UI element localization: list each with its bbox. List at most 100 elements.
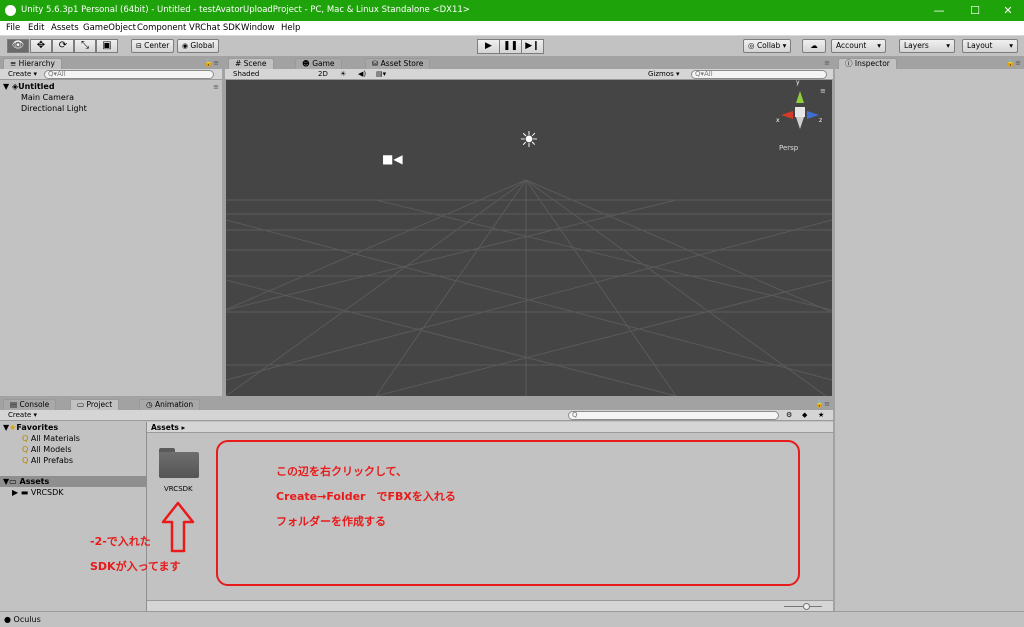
folder-thumbnail-icon[interactable]: [159, 448, 199, 478]
project-toolbar: Create ▾ Q ⚙ ◆ ★: [0, 410, 833, 421]
tab-hierarchy[interactable]: ≡ Hierarchy: [3, 58, 62, 69]
layers-dropdown[interactable]: Layers ▾: [899, 39, 955, 53]
menu-bar: File Edit Assets GameObject Component VR…: [0, 21, 1024, 36]
pivot-global-button[interactable]: ◉ Global: [177, 39, 220, 53]
cloud-icon: ☁: [810, 41, 818, 50]
panel-menu-icon[interactable]: 🔒≡: [1006, 59, 1021, 67]
menu-file[interactable]: File: [6, 23, 20, 33]
breadcrumb[interactable]: Assets ▸: [151, 423, 185, 432]
tab-inspector[interactable]: ⓘ Inspector: [838, 58, 897, 69]
layout-label: Layout: [967, 41, 993, 50]
orientation-gizmo[interactable]: y x z: [775, 80, 825, 137]
tab-game[interactable]: ☻ Game: [295, 58, 342, 69]
persp-label[interactable]: Persp: [779, 144, 798, 152]
zoom-slider-thumb[interactable]: [803, 603, 810, 610]
cloud-button[interactable]: ☁: [802, 39, 826, 53]
panel-menu-icon[interactable]: 🔒≡: [204, 59, 219, 67]
favorite-item[interactable]: Q All Materials: [22, 434, 80, 443]
directional-light-icon[interactable]: ☀: [516, 128, 542, 154]
favorites-item[interactable]: ▼★Favorites: [3, 423, 58, 432]
project-search-input[interactable]: Q: [568, 411, 779, 420]
menu-window[interactable]: Window: [241, 23, 275, 33]
folder-name-label[interactable]: VRCSDK: [164, 485, 193, 493]
collab-button[interactable]: ◎ Collab ▾: [743, 39, 792, 53]
assets-tree-label-wrap: ▼▭ Assets: [3, 477, 49, 486]
menu-component[interactable]: Component: [137, 23, 186, 33]
close-button[interactable]: ✕: [991, 0, 1024, 21]
layout-dropdown[interactable]: Layout ▾: [962, 39, 1018, 53]
list-icon: ≡: [10, 59, 19, 68]
hierarchy-search-input[interactable]: Q▾All: [44, 70, 214, 79]
menu-gameobject[interactable]: GameObject: [83, 23, 136, 33]
info-icon: ⓘ: [845, 59, 855, 68]
panel-menu-icon[interactable]: 🔒≡: [815, 400, 830, 408]
account-dropdown[interactable]: Account ▾: [831, 39, 886, 53]
scene-viewport[interactable]: ☀ ■◀ y x z Persp ≡: [226, 80, 832, 396]
audio-toggle-icon[interactable]: ◀): [358, 70, 366, 79]
filter-type-icon[interactable]: ⚙: [786, 411, 792, 420]
account-label: Account: [836, 41, 867, 50]
pivot-center-button[interactable]: ⊟ Center: [131, 39, 175, 53]
project-create-dropdown[interactable]: Create ▾: [8, 411, 37, 420]
maximize-button[interactable]: ☐: [958, 0, 992, 21]
menu-help[interactable]: Help: [281, 23, 300, 33]
filter-label-icon[interactable]: ◆: [802, 411, 807, 420]
lighting-toggle-icon[interactable]: ☀: [340, 70, 346, 79]
annotation-note: SDKが入ってます: [90, 560, 181, 573]
tab-animation-label: Animation: [154, 400, 194, 409]
panel-menu-icon[interactable]: ≡: [824, 59, 830, 67]
assets-tree-item[interactable]: ▼▭ Assets: [0, 476, 147, 487]
axis-x-label: x: [776, 117, 780, 124]
play-button[interactable]: ▶: [477, 39, 500, 54]
hierarchy-create-dropdown[interactable]: Create ▾: [8, 70, 37, 79]
axis-y-label: y: [796, 80, 800, 86]
search-icon: Q: [22, 456, 31, 465]
tab-console-label: Console: [19, 400, 50, 409]
menu-vrchat-sdk[interactable]: VRChat SDK: [189, 23, 240, 33]
tree-folder-item[interactable]: ▶ ▬ VRCSDK: [12, 488, 64, 497]
scene-tabstrip: # Scene ☻ Game ⛁ Asset Store ≡: [225, 57, 833, 69]
folder-icon: ▭: [9, 477, 20, 486]
favorite-item[interactable]: Q All Models: [22, 445, 72, 454]
hierarchy-item[interactable]: Main Camera: [21, 93, 74, 102]
hierarchy-tabstrip: ≡ Hierarchy 🔒≡: [0, 57, 222, 69]
shading-dropdown[interactable]: Shaded: [233, 70, 259, 79]
tab-animation[interactable]: ◷ Animation: [139, 399, 201, 410]
scene-menu-icon[interactable]: ≡: [820, 87, 826, 95]
mode-2d-toggle[interactable]: 2D: [318, 70, 328, 79]
scene-menu-icon[interactable]: ≡: [213, 83, 219, 91]
favorite-item-label: All Materials: [30, 434, 80, 443]
favorite-star-icon[interactable]: ★: [818, 411, 824, 420]
unity-logo-icon: [5, 5, 16, 16]
camera-icon[interactable]: ■◀: [382, 152, 403, 166]
tab-project[interactable]: ▭ Project: [70, 399, 120, 410]
tab-console[interactable]: ▤ Console: [3, 399, 57, 410]
effects-dropdown-icon[interactable]: ▤▾: [376, 70, 386, 79]
folder-body: [159, 452, 199, 478]
view-tool-icon[interactable]: 👁: [7, 39, 29, 53]
menu-assets[interactable]: Assets: [51, 23, 79, 33]
favorite-item[interactable]: Q All Prefabs: [22, 456, 73, 465]
pause-button[interactable]: ❚❚: [499, 39, 522, 54]
center-icon: ⊟: [136, 42, 145, 50]
hierarchy-item[interactable]: Directional Light: [21, 104, 87, 113]
annotation-text: フォルダーを作成する: [276, 515, 386, 528]
scene-root-item[interactable]: ▼ ◈Untitled: [3, 82, 55, 91]
menu-edit[interactable]: Edit: [28, 23, 44, 33]
gizmos-dropdown[interactable]: Gizmos ▾: [648, 70, 680, 79]
rotate-tool-icon[interactable]: ⟳: [52, 39, 74, 53]
scene-search-input[interactable]: Q▾All: [691, 70, 827, 79]
hierarchy-panel: ≡ Hierarchy 🔒≡ Create ▾ Q▾All ▼ ◈Untitle…: [0, 57, 222, 396]
move-tool-icon[interactable]: ✥: [30, 39, 52, 53]
step-button[interactable]: ▶❙: [521, 39, 544, 54]
assets-tree-label: Assets: [19, 477, 50, 486]
gamepad-icon: ☻: [302, 59, 313, 68]
tab-scene[interactable]: # Scene: [228, 58, 274, 69]
status-text: ● Oculus: [4, 615, 41, 624]
minimize-button[interactable]: —: [922, 0, 956, 21]
tab-asset-store[interactable]: ⛁ Asset Store: [365, 58, 431, 69]
axis-gizmo-icon: [781, 91, 819, 129]
search-icon: Q: [22, 434, 31, 443]
scale-tool-icon[interactable]: ⤡: [74, 39, 96, 53]
rect-tool-icon[interactable]: ▣: [96, 39, 118, 53]
